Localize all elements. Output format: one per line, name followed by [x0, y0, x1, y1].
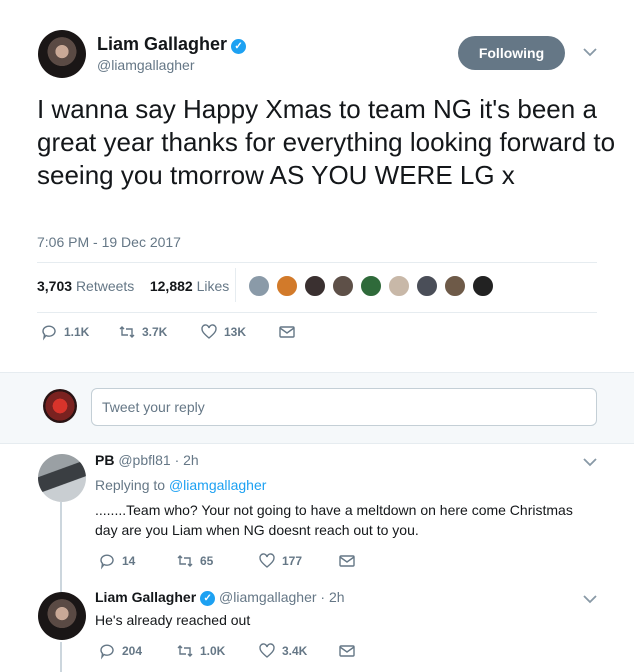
reply-author-name[interactable]: PB — [95, 452, 114, 468]
like-count: 13K — [224, 325, 247, 339]
retweet-icon — [177, 645, 193, 657]
like-action[interactable]: 177 — [258, 552, 302, 570]
author-avatar[interactable] — [38, 30, 86, 78]
reply-count: 14 — [122, 554, 136, 568]
tweet-stats: 3,703 Retweets 12,882 Likes — [37, 278, 229, 294]
chevron-down-icon[interactable] — [583, 594, 597, 604]
reply-icon — [42, 325, 56, 341]
reply-action[interactable]: 1.1K — [40, 323, 89, 341]
liker-avatar[interactable] — [471, 274, 495, 298]
direct-message-action[interactable] — [338, 552, 356, 570]
direct-message-action[interactable] — [278, 323, 296, 341]
reply-author-avatar[interactable] — [38, 454, 86, 502]
author-name[interactable]: Liam Gallagher — [97, 34, 227, 54]
like-action[interactable]: 3.4K — [258, 642, 307, 660]
reply-author-name[interactable]: Liam Gallagher — [95, 589, 196, 605]
reply-text: He's already reached out — [95, 612, 251, 628]
author-name-row[interactable]: Liam Gallagher ✓ — [97, 34, 247, 55]
heart-icon — [259, 643, 275, 658]
thread-line — [60, 642, 62, 672]
reply-author-handle[interactable]: @liamgallagher — [219, 589, 316, 605]
liker-avatar[interactable] — [275, 274, 299, 298]
reply-author-avatar[interactable] — [38, 592, 86, 640]
current-user-avatar[interactable] — [43, 389, 77, 423]
like-count: 177 — [282, 554, 303, 568]
retweet-action[interactable]: 1.0K — [176, 642, 225, 660]
liker-avatar[interactable] — [387, 274, 411, 298]
liker-avatar[interactable] — [443, 274, 467, 298]
retweets-count[interactable]: 3,703 — [37, 278, 72, 294]
replying-to-handle[interactable]: @liamgallagher — [169, 477, 266, 493]
liker-avatar[interactable] — [415, 274, 439, 298]
heart-icon — [201, 324, 217, 339]
author-handle[interactable]: @liamgallagher — [97, 57, 194, 73]
reply-action[interactable]: 204 — [98, 642, 142, 660]
direct-message-action[interactable] — [338, 642, 356, 660]
envelope-icon — [279, 326, 295, 338]
replying-to: Replying to @liamgallagher — [95, 477, 266, 493]
reply-time[interactable]: · 2h — [320, 589, 344, 605]
verified-badge-icon: ✓ — [231, 39, 247, 54]
retweets-label[interactable]: Retweets — [76, 278, 134, 294]
stats-separator — [235, 268, 236, 302]
thread-line — [60, 502, 62, 592]
retweet-icon — [177, 555, 193, 567]
reply-input[interactable]: Tweet your reply — [91, 388, 597, 426]
likes-count[interactable]: 12,882 — [150, 278, 193, 294]
retweet-count: 3.7K — [142, 325, 168, 339]
verified-badge-icon: ✓ — [200, 591, 216, 606]
reply-icon — [100, 644, 114, 660]
tweet-text: I wanna say Happy Xmas to team NG it's b… — [37, 94, 616, 190]
divider — [37, 262, 597, 263]
reply-icon — [100, 554, 114, 570]
reply-header: PB @pbfl81 · 2h — [95, 452, 199, 468]
retweet-count: 65 — [200, 554, 214, 568]
retweet-action[interactable]: 65 — [176, 552, 213, 570]
replying-to-prefix: Replying to — [95, 477, 166, 493]
reply-header: Liam Gallagher ✓ @liamgallagher · 2h — [95, 589, 345, 606]
liker-avatar[interactable] — [359, 274, 383, 298]
envelope-icon — [339, 645, 355, 657]
envelope-icon — [339, 555, 355, 567]
reply-count: 204 — [122, 644, 143, 658]
retweet-count: 1.0K — [200, 644, 226, 658]
like-count: 3.4K — [282, 644, 308, 658]
liker-avatar[interactable] — [247, 274, 271, 298]
reply-count: 1.1K — [64, 325, 90, 339]
divider — [37, 312, 597, 313]
reply-action[interactable]: 14 — [98, 552, 135, 570]
chevron-down-icon[interactable] — [583, 47, 597, 57]
tweet-timestamp[interactable]: 7:06 PM - 19 Dec 2017 — [37, 234, 181, 250]
heart-icon — [259, 553, 275, 568]
reply-time[interactable]: · 2h — [175, 452, 199, 468]
liker-avatar[interactable] — [331, 274, 355, 298]
following-button[interactable]: Following — [458, 36, 565, 70]
chevron-down-icon[interactable] — [583, 457, 597, 467]
retweet-icon — [119, 326, 135, 338]
liker-avatar[interactable] — [303, 274, 327, 298]
reply-author-handle[interactable]: @pbfl81 — [118, 452, 170, 468]
like-action[interactable]: 13K — [200, 323, 246, 341]
retweet-action[interactable]: 3.7K — [118, 323, 167, 341]
reply-text: ........Team who? Your not going to have… — [95, 502, 573, 538]
likes-label[interactable]: Likes — [197, 278, 230, 294]
